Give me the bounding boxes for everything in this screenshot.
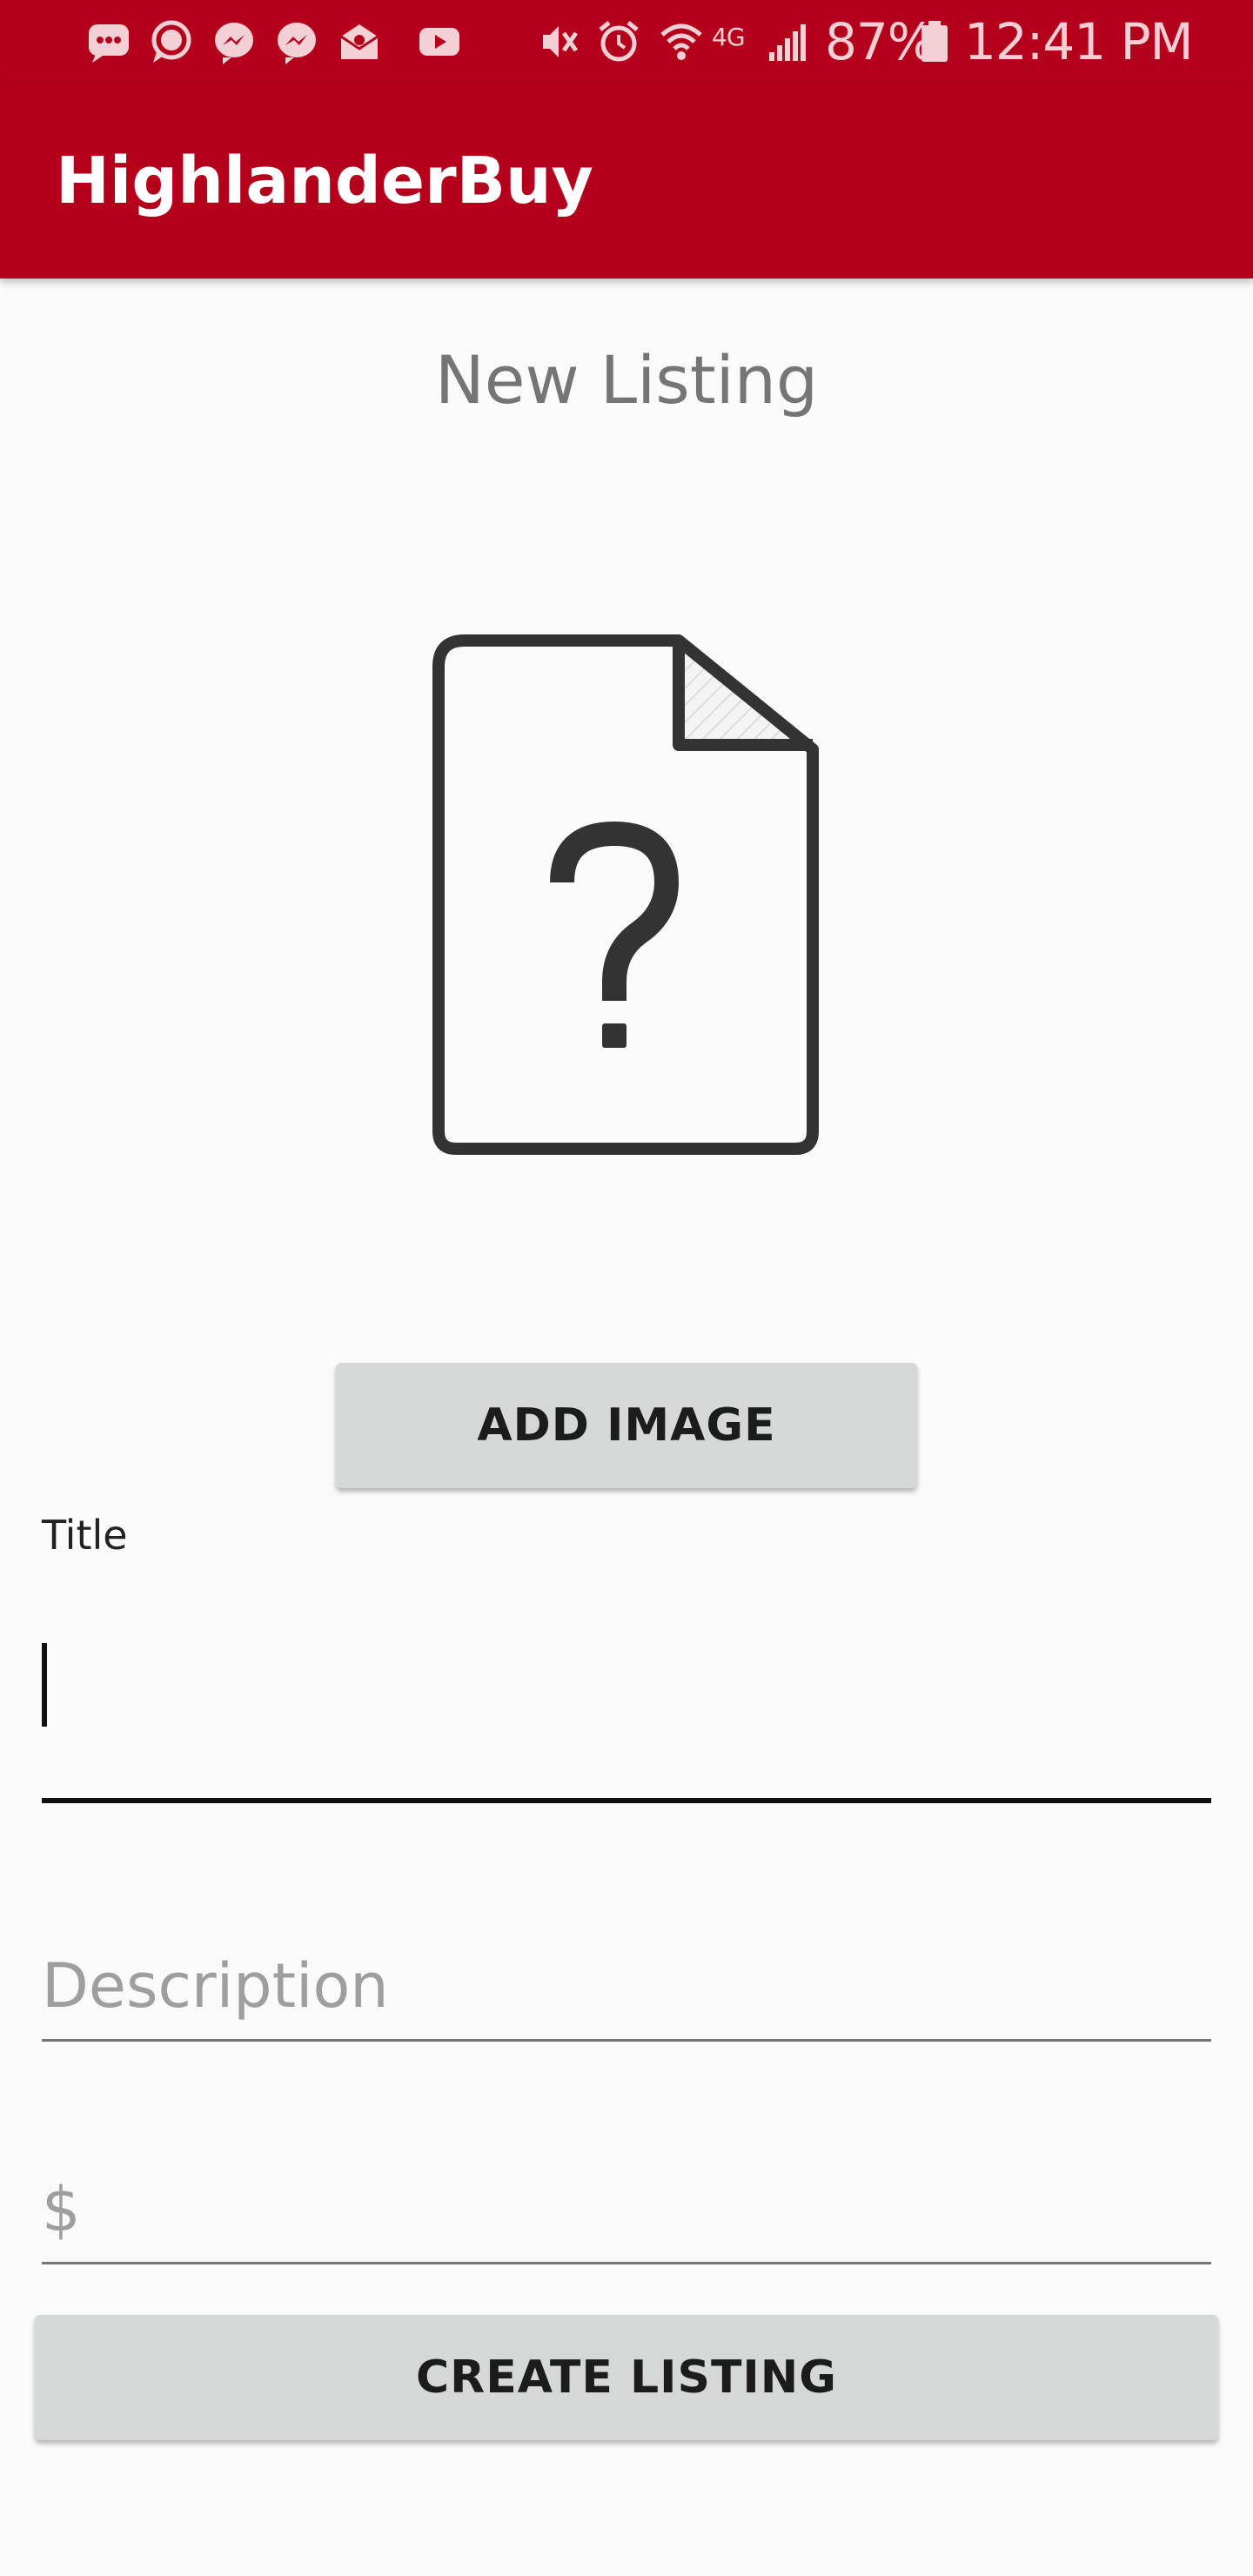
clock: 12:41 PM bbox=[964, 12, 1194, 71]
mail-icon bbox=[340, 24, 379, 59]
youtube-icon bbox=[419, 28, 459, 56]
status-bar: 4G 87% 12:41 PM bbox=[0, 0, 1253, 84]
alarm-icon bbox=[599, 21, 639, 62]
messages-icon bbox=[89, 24, 129, 63]
network-type-label: 4G bbox=[712, 23, 746, 51]
title-input[interactable] bbox=[42, 1619, 1211, 1803]
description-input[interactable] bbox=[42, 1932, 1211, 2042]
chat-bubble-icon bbox=[151, 20, 191, 63]
page-title: New Listing bbox=[434, 341, 819, 419]
wifi-icon bbox=[660, 23, 702, 60]
create-listing-button[interactable]: CREATE LISTING bbox=[35, 2315, 1218, 2440]
vibrate-mute-icon bbox=[543, 26, 579, 57]
unknown-file-icon bbox=[432, 634, 819, 1155]
messenger-icon bbox=[215, 23, 253, 64]
battery-icon bbox=[921, 21, 948, 62]
add-image-button[interactable]: ADD IMAGE bbox=[336, 1363, 917, 1488]
price-input[interactable] bbox=[42, 2157, 1211, 2264]
app-title: HighlanderBuy bbox=[56, 144, 593, 218]
signal-icon bbox=[769, 24, 806, 61]
app-bar: HighlanderBuy bbox=[0, 84, 1253, 278]
text-cursor bbox=[42, 1643, 47, 1727]
screen: 4G 87% 12:41 PM HighlanderBuy New Listin… bbox=[0, 0, 1253, 2576]
title-label: Title bbox=[42, 1512, 128, 1559]
messenger-icon bbox=[278, 23, 316, 64]
